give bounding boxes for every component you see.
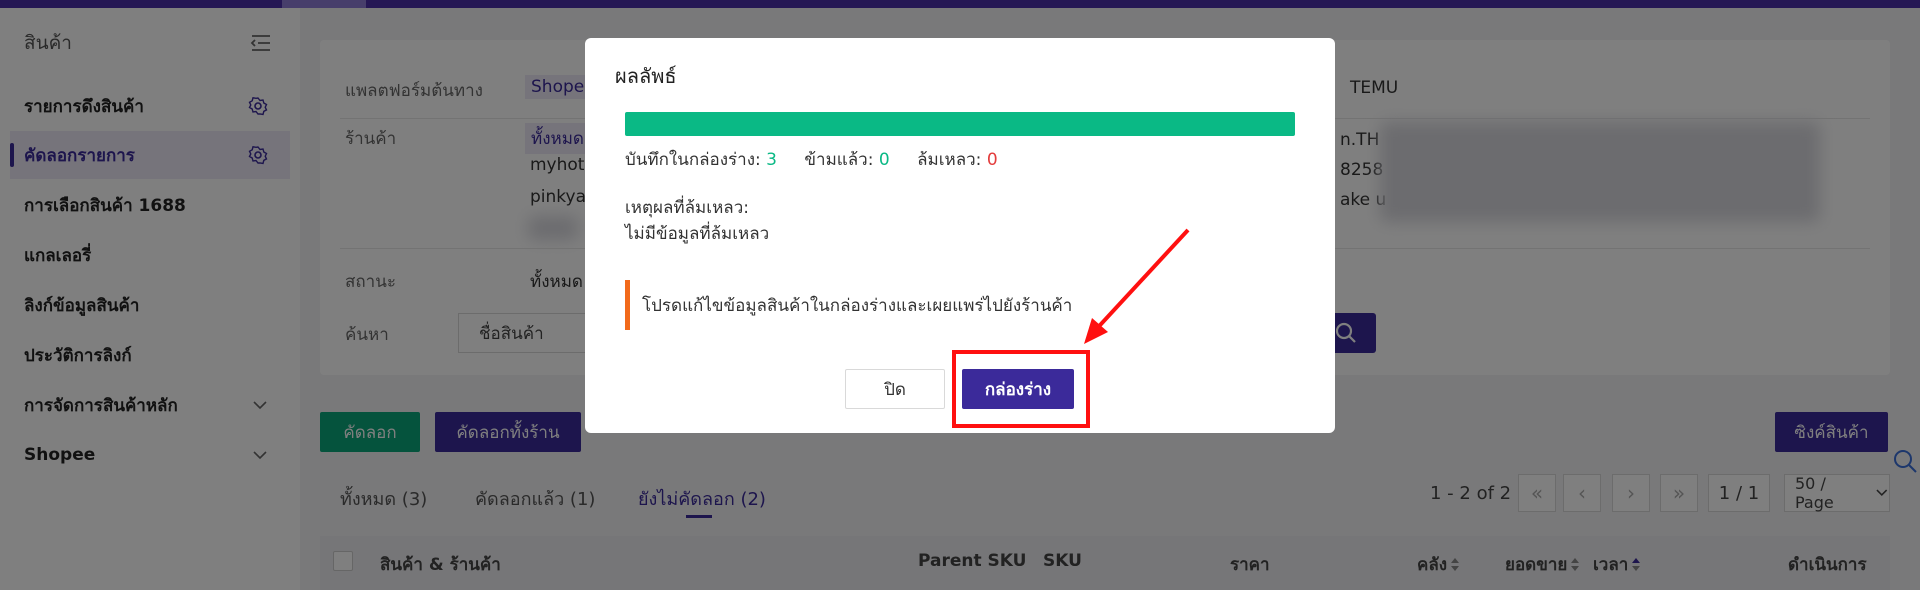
failure-reason-label: เหตุผลที่ล้มเหลว: (625, 198, 749, 218)
saved-count: 3 (766, 150, 777, 170)
progress-bar (625, 112, 1295, 136)
annotation-arrow-icon (1084, 228, 1190, 344)
result-stats: บันทึกในกล่องร่าง: 3 ข้ามแล้ว: 0 ล้มเหลว… (625, 146, 998, 173)
notice-text: โปรดแก้ไขข้อมูลสินค้าในกล่องร่างและเผยแพ… (642, 295, 1073, 316)
skipped-count: 0 (878, 150, 890, 170)
close-button[interactable]: ปิด (845, 369, 945, 409)
failed-count: 0 (986, 150, 998, 170)
saved-label: บันทึกในกล่องร่าง: (625, 150, 761, 170)
dialog-title: ผลลัพธ์ (615, 64, 677, 88)
annotation-highlight-box (952, 350, 1090, 428)
progress-fill (625, 112, 1295, 136)
skipped-label: ข้ามแล้ว: (804, 150, 874, 170)
failed-label: ล้มเหลว: (917, 150, 982, 170)
failure-reason-text: ไม่มีข้อมูลที่ล้มเหลว (625, 224, 770, 244)
